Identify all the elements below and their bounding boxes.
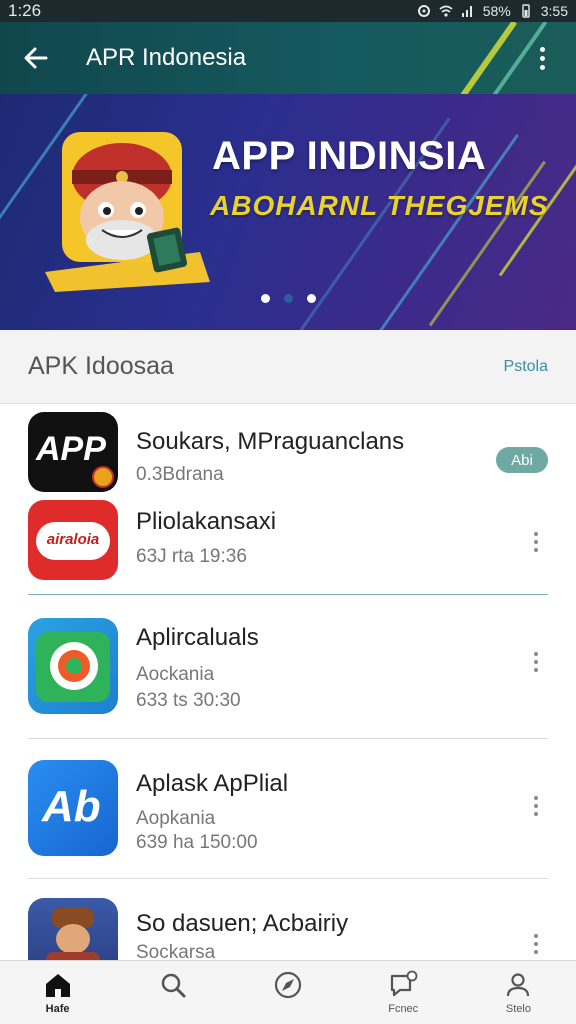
- status-icons: 58% 3:55: [417, 3, 568, 19]
- nav-profile[interactable]: Stelo: [461, 961, 576, 1024]
- app-icon-text: airaloia: [46, 531, 100, 548]
- list-item[interactable]: Aplircaluals Aockania 633 ts 30:30: [0, 594, 576, 736]
- nav-search[interactable]: [115, 961, 230, 1024]
- signal-icon: [461, 6, 472, 17]
- banner-title: APP INDINSIA: [212, 134, 487, 178]
- install-button[interactable]: Abi: [496, 447, 548, 473]
- app-name: Soukars, MPraguanclans: [136, 428, 405, 455]
- nav-label: Fcnec: [388, 1003, 419, 1015]
- app-meta: Sockarsa: [136, 942, 216, 960]
- app-name: So dasuen; Acbairiy: [136, 910, 349, 937]
- app-meta: 639 ha 150:00: [136, 832, 258, 853]
- bottom-navigation: Hafe Fcnec Stelo: [0, 960, 576, 1024]
- app-icon-text: Ab: [42, 782, 101, 831]
- more-options-button[interactable]: [526, 926, 546, 960]
- carousel-indicator: [0, 294, 576, 303]
- nav-home[interactable]: Hafe: [0, 961, 115, 1024]
- banner-subtitle: ABOHARNL THEGJEMS: [210, 190, 549, 221]
- app-meta: Aockania: [136, 664, 215, 685]
- app-bar: APR Indonesia: [0, 22, 576, 94]
- app-name: Aplircaluals: [136, 624, 259, 651]
- list-item[interactable]: Ab Aplask ApPlial Aopkania 639 ha 150:00: [0, 738, 576, 878]
- nav-label: Hafe: [45, 1003, 70, 1015]
- app-icon: [28, 618, 118, 714]
- compass-icon: [274, 971, 302, 999]
- home-icon: [45, 974, 70, 997]
- list-item[interactable]: airaloia Pliolakansaxi 63J rta 19:36: [0, 496, 576, 594]
- app-name: Pliolakansaxi: [136, 508, 277, 535]
- section-link[interactable]: Pstola: [504, 358, 548, 376]
- carousel-dot[interactable]: [283, 294, 293, 303]
- app-name: Aplask ApPlial: [136, 770, 289, 797]
- person-icon: [507, 973, 530, 997]
- app-icon: airaloia: [28, 500, 118, 580]
- status-clock-right: 3:55: [540, 3, 568, 19]
- nav-label: Stelo: [505, 1003, 531, 1015]
- app-meta: 0.3Bdrana: [136, 464, 224, 485]
- section-title: APK Idoosaa: [28, 352, 174, 380]
- more-options-button[interactable]: [526, 788, 546, 824]
- battery-percent: 58%: [482, 3, 511, 19]
- nav-messages[interactable]: Fcnec: [346, 961, 461, 1024]
- section-header: APK Idoosaa Pstola: [0, 330, 576, 404]
- search-icon: [161, 973, 186, 998]
- carousel-dot[interactable]: [260, 294, 270, 303]
- wifi-icon: [439, 5, 453, 17]
- carousel-dot[interactable]: [306, 294, 316, 303]
- list-item[interactable]: APP Soukars, MPraguanclans 0.3Bdrana Abi: [0, 404, 576, 496]
- app-icon-text: APP: [36, 430, 106, 468]
- app-meta: 633 ts 30:30: [136, 690, 241, 711]
- app-icon: APP: [28, 412, 118, 492]
- more-options-button[interactable]: [526, 524, 546, 560]
- mascot-illustration: [45, 132, 210, 292]
- nav-explore[interactable]: [230, 961, 345, 1024]
- app-icon: [28, 898, 118, 960]
- promo-banner[interactable]: APP INDINSIA ABOHARNL THEGJEMS: [0, 94, 576, 330]
- status-bar: 1:26 58% 3:55: [0, 0, 576, 22]
- chat-bubble-icon: [391, 970, 418, 997]
- app-meta: 63J rta 19:36: [136, 546, 247, 567]
- more-options-button[interactable]: [526, 644, 546, 680]
- list-item[interactable]: So dasuen; Acbairiy Sockarsa: [0, 878, 576, 960]
- arrow-left-icon: [24, 47, 48, 69]
- battery-icon: [522, 4, 530, 18]
- alarm-icon: [417, 5, 430, 17]
- status-time: 1:26: [8, 1, 42, 20]
- page-title: APR Indonesia: [86, 44, 247, 71]
- back-button[interactable]: [0, 22, 72, 94]
- app-icon: Ab: [28, 760, 118, 856]
- app-meta: Aopkania: [136, 808, 216, 829]
- overflow-menu-button[interactable]: [522, 22, 562, 94]
